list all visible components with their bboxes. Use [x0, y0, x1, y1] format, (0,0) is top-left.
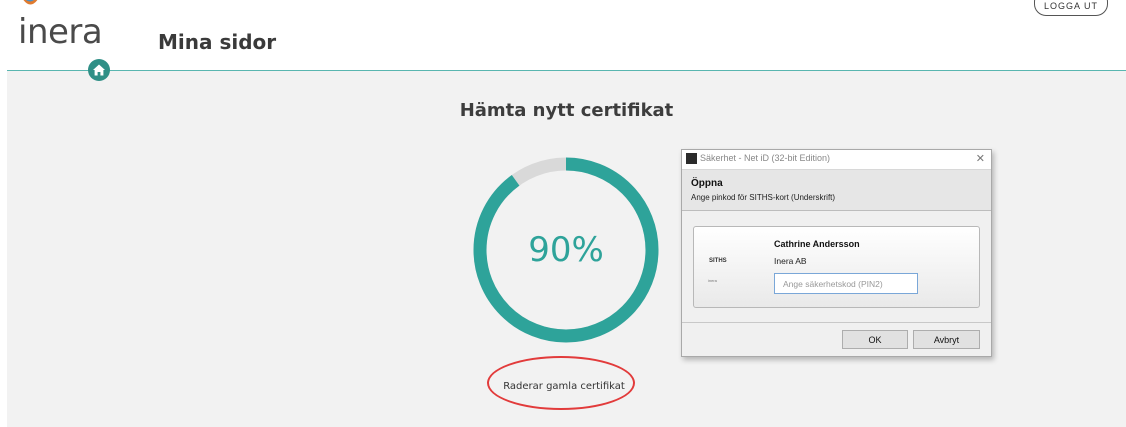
netid-app-icon [686, 153, 697, 164]
main-content: Hämta nytt certifikat 90% Raderar gamla … [7, 71, 1126, 427]
dialog-footer-divider [682, 322, 991, 323]
dialog-instruction: Ange pinkod för SITHS-kort (Underskrift) [691, 193, 836, 202]
dialog-titlebar: Säkerhet - Net iD (32-bit Edition) ✕ [682, 150, 991, 170]
cardholder-name: Cathrine Andersson [774, 239, 860, 249]
home-button[interactable] [88, 59, 110, 81]
ok-button[interactable]: OK [842, 330, 908, 349]
dialog-heading: Öppna [691, 178, 723, 189]
dialog-header: Öppna Ange pinkod för SITHS-kort (Unders… [682, 170, 991, 211]
pin-input[interactable] [774, 273, 918, 294]
siths-logo: SITHS inera [703, 251, 741, 291]
siths-logo-subtext: inera [708, 278, 717, 283]
site-header: inera Mina sidor LOGGA UT [0, 0, 1126, 70]
page-title: Hämta nytt certifikat [459, 100, 674, 121]
cancel-button[interactable]: Avbryt [913, 330, 980, 349]
status-text: Raderar gamla certifikat [503, 381, 625, 392]
site-title: Mina sidor [158, 30, 277, 54]
logout-button[interactable]: LOGGA UT [1034, 0, 1108, 16]
progress-percent: 90% [528, 230, 604, 270]
logo-mark-icon [23, 0, 38, 5]
cardholder-organization: Inera AB [774, 256, 807, 266]
siths-logo-text: SITHS [709, 258, 727, 264]
progress-ring: 90% [472, 156, 660, 344]
home-icon [93, 64, 105, 76]
smartcard-entry: SITHS inera Cathrine Andersson Inera AB [693, 226, 980, 308]
dialog-title: Säkerhet - Net iD (32-bit Edition) [700, 153, 831, 163]
close-icon[interactable]: ✕ [976, 152, 985, 165]
logo[interactable]: inera [18, 12, 103, 52]
security-dialog: Säkerhet - Net iD (32-bit Edition) ✕ Öpp… [681, 149, 992, 357]
